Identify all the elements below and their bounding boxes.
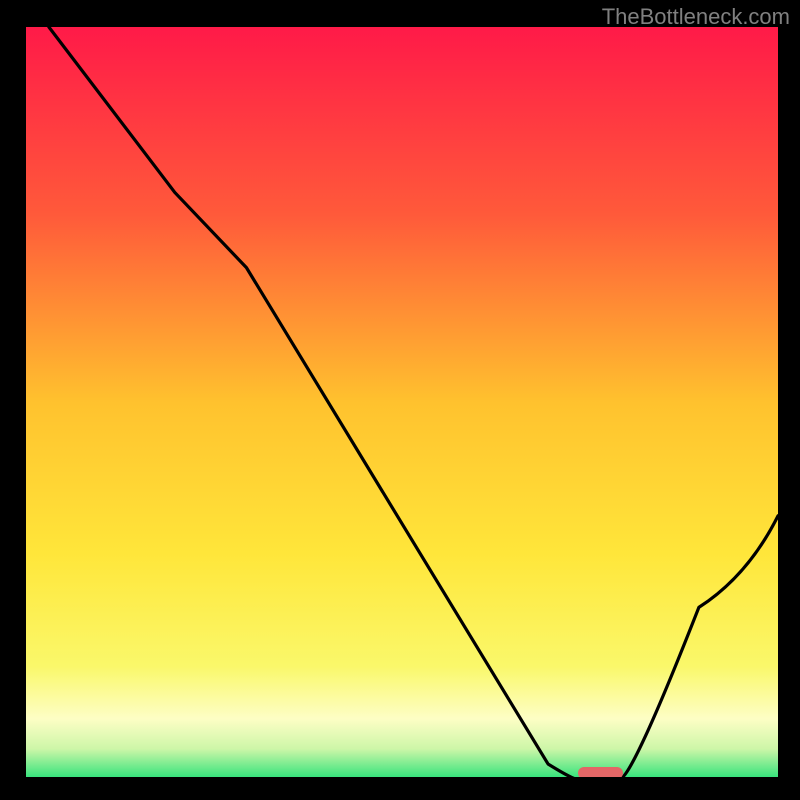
chart-container: TheBottleneck.com — [0, 0, 800, 800]
optimal-range-marker — [578, 767, 623, 779]
plot-area — [24, 27, 778, 779]
bottleneck-curve — [24, 27, 778, 779]
watermark-text: TheBottleneck.com — [602, 4, 790, 30]
